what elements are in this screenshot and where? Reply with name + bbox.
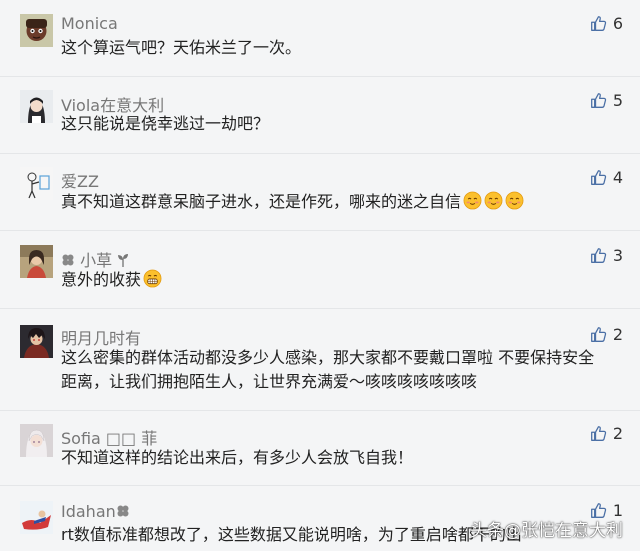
divider bbox=[0, 230, 640, 231]
username[interactable]: Idahan bbox=[61, 502, 130, 522]
divider bbox=[0, 76, 640, 77]
blush-emoji-icon bbox=[463, 191, 482, 210]
avatar[interactable] bbox=[20, 424, 53, 457]
like-button[interactable]: 6 bbox=[590, 14, 623, 33]
like-count: 3 bbox=[612, 246, 623, 265]
comment-text: 这么密集的群体活动都没多少人感染，那大家都不要戴口罩啦 不要保持安全 距离，让我… bbox=[61, 346, 626, 394]
thumbs-up-icon bbox=[590, 426, 606, 441]
watermark: 头条@张恺在意大利 bbox=[470, 521, 623, 541]
like-count: 6 bbox=[612, 14, 623, 33]
comment-text-line: 距离，让我们拥抱陌生人，让世界充满爱～咳咳咳咳咳咳咳 bbox=[61, 372, 478, 391]
thumbs-up-icon bbox=[590, 16, 606, 31]
thumbs-up-icon bbox=[590, 93, 606, 108]
blush-emoji-icon bbox=[505, 191, 524, 210]
avatar[interactable] bbox=[20, 245, 53, 278]
avatar[interactable] bbox=[20, 90, 53, 123]
thumbs-up-icon bbox=[590, 327, 606, 342]
divider bbox=[0, 485, 640, 486]
avatar[interactable] bbox=[20, 167, 53, 200]
like-button[interactable]: 4 bbox=[590, 168, 623, 187]
comment-text: 真不知道这群意呆脑子进水，还是作死，哪来的迷之自信 bbox=[61, 190, 626, 214]
like-button[interactable]: 3 bbox=[590, 246, 623, 265]
thumbs-up-icon bbox=[590, 248, 606, 263]
username-text: Idahan bbox=[61, 502, 116, 521]
divider bbox=[0, 410, 640, 411]
username[interactable]: Monica bbox=[61, 14, 118, 33]
like-button[interactable]: 2 bbox=[590, 325, 623, 344]
grin-emoji-icon bbox=[143, 269, 162, 288]
avatar[interactable] bbox=[20, 325, 53, 358]
like-button[interactable]: 2 bbox=[590, 424, 623, 443]
comment-text-content: 真不知道这群意呆脑子进水，还是作死，哪来的迷之自信 bbox=[61, 192, 462, 211]
comment-text: 这个算运气吧？天佑米兰了一次。 bbox=[61, 38, 302, 57]
like-button[interactable]: 5 bbox=[590, 91, 623, 110]
thumbs-up-icon bbox=[590, 170, 606, 185]
like-count: 2 bbox=[612, 424, 623, 443]
avatar[interactable] bbox=[20, 14, 53, 47]
like-count: 5 bbox=[612, 91, 623, 110]
avatar[interactable] bbox=[20, 501, 53, 534]
username[interactable]: 爱ZZ bbox=[61, 168, 99, 192]
like-count: 4 bbox=[612, 168, 623, 187]
blush-emoji-icon bbox=[484, 191, 503, 210]
like-count: 2 bbox=[612, 325, 623, 344]
comment-text-line: 这么密集的群体活动都没多少人感染，那大家都不要戴口罩啦 不要保持安全 bbox=[61, 348, 595, 367]
comment-text: 不知道这样的结论出来后，有多少人会放飞自我！ bbox=[61, 448, 414, 467]
divider bbox=[0, 153, 640, 154]
comment-text-content: 意外的收获 bbox=[61, 270, 142, 289]
clover-icon bbox=[116, 503, 130, 522]
comment-text: 这只能说是侥幸逃过一劫吧？ bbox=[61, 114, 270, 133]
comment-text: 意外的收获 bbox=[61, 268, 626, 292]
divider bbox=[0, 308, 640, 309]
